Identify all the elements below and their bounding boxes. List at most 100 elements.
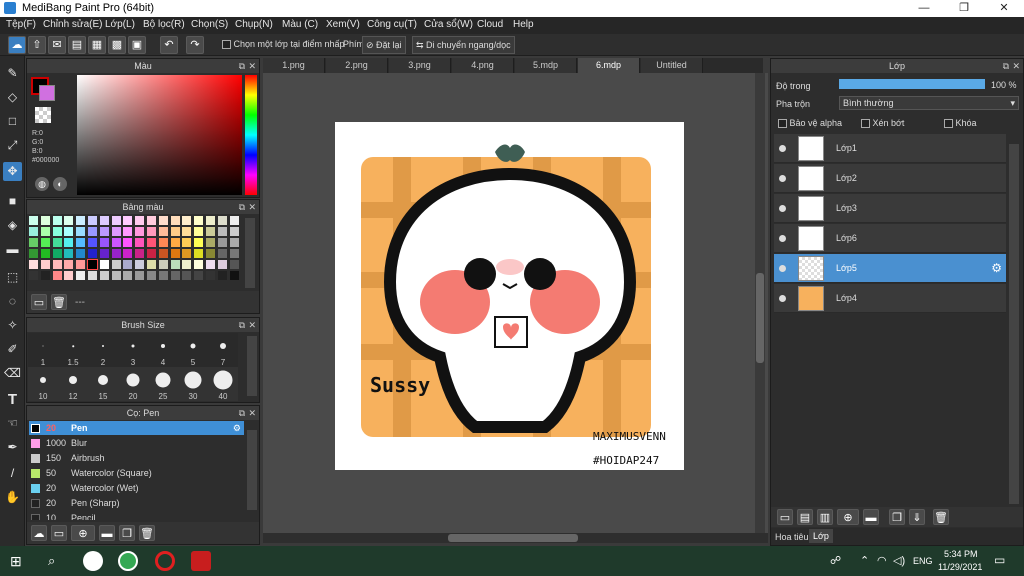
tab-5-mdp[interactable]: 5.mdp [515, 58, 577, 73]
palette-swatch[interactable] [29, 238, 38, 247]
palette-swatch[interactable] [29, 260, 38, 269]
popout-icon[interactable]: ⧉ [239, 200, 245, 214]
scroll-thumb[interactable] [756, 273, 764, 363]
palette-swatch[interactable] [182, 249, 192, 258]
page-icon[interactable]: ▦ [88, 36, 106, 54]
menu-file[interactable]: Tệp(F) [6, 19, 36, 30]
palette-swatch[interactable] [88, 227, 97, 236]
duplicate-layer-icon[interactable]: ❐ [889, 509, 905, 525]
move-direction-button[interactable]: ⇆ Di chuyển ngang/dọc [412, 36, 515, 54]
palette-swatch[interactable] [217, 216, 227, 225]
palette-swatch[interactable] [76, 216, 86, 225]
brush-size-cell[interactable]: 2 [88, 333, 118, 367]
layer-row[interactable]: Lớp3 [774, 194, 1006, 223]
palette-swatch[interactable] [123, 216, 133, 225]
palette-swatch[interactable] [147, 249, 156, 258]
palette-swatch[interactable] [135, 238, 145, 247]
palette-swatch[interactable] [229, 271, 239, 280]
brush-size-cell[interactable]: 15 [88, 367, 118, 401]
palette-swatch[interactable] [229, 238, 239, 247]
palette-swatch[interactable] [111, 271, 121, 280]
palette-swatch[interactable] [111, 238, 121, 247]
menu-filter[interactable]: Bộ lọc(R) [143, 19, 185, 30]
comment-icon[interactable]: ✉ [48, 36, 66, 54]
palette-swatch[interactable] [111, 216, 121, 225]
cloud-brush-icon[interactable]: ☁ [31, 525, 47, 541]
menu-edit[interactable]: Chỉnh sửa(E) [43, 19, 103, 30]
opacity-slider[interactable] [839, 79, 985, 89]
palette-swatch[interactable] [170, 249, 180, 258]
eraser-tool-icon[interactable]: ◇ [3, 88, 22, 107]
palette-swatch[interactable] [170, 227, 180, 236]
scroll-thumb[interactable] [448, 534, 578, 542]
palette-swatch[interactable] [64, 227, 74, 236]
palette-swatch[interactable] [52, 271, 62, 280]
brush-size-cell[interactable]: 1.5 [58, 333, 88, 367]
protect-alpha-checkbox[interactable]: Bảo vệ alpha [778, 118, 842, 129]
canvas-horizontal-scrollbar[interactable] [263, 533, 768, 543]
palette-swatch[interactable] [147, 227, 156, 236]
palette-swatch[interactable] [99, 249, 109, 258]
palette-swatch[interactable] [206, 271, 215, 280]
brush-size-cell[interactable]: 10 [28, 367, 58, 401]
palette-swatch[interactable] [76, 249, 86, 258]
brush-item[interactable]: 20 Pen ⚙ [29, 421, 244, 435]
close-icon[interactable]: ✕ [248, 318, 256, 332]
chevron-up-icon[interactable]: ⌃ [860, 554, 869, 567]
popout-icon[interactable]: ⧉ [239, 59, 245, 73]
folder-icon[interactable]: ▬ [863, 509, 879, 525]
palette-swatch[interactable] [76, 271, 86, 280]
palette-swatch[interactable] [217, 238, 227, 247]
color-wheel-icon[interactable]: ◍ [35, 177, 49, 191]
palette-swatch[interactable] [147, 238, 156, 247]
palette-swatch[interactable] [194, 238, 204, 247]
brush-size-cell[interactable]: 25 [148, 367, 178, 401]
operation-tool-icon[interactable]: ☜ [3, 414, 22, 433]
palette-swatch[interactable] [217, 271, 227, 280]
speaker-icon[interactable]: ◁) [893, 554, 905, 567]
select-pen-tool-icon[interactable]: ✐ [3, 340, 22, 359]
layer-row[interactable]: Lớp6 [774, 224, 1006, 253]
menu-tools[interactable]: Công cụ(T) [367, 19, 417, 30]
palette-swatch[interactable] [170, 238, 180, 247]
brush-item[interactable]: 150 Airbrush [29, 451, 244, 465]
canvas-area[interactable]: Sussy MAXIMUSVENN #HOIDAP247 [263, 73, 768, 533]
folder-icon[interactable]: ▬ [99, 525, 115, 541]
brush-tool-icon[interactable]: ✎ [3, 64, 22, 83]
palette-swatch[interactable] [135, 271, 145, 280]
layer-row[interactable]: Lớp2 [774, 164, 1006, 193]
select-tool-icon[interactable]: ⬚ [3, 268, 22, 287]
palette-swatch[interactable] [64, 216, 74, 225]
tab-1-png[interactable]: 1.png [263, 58, 325, 73]
palette-swatch[interactable] [29, 271, 38, 280]
reset-button[interactable]: ⊘ Đặt lại [362, 36, 406, 54]
tab-3-png[interactable]: 3.png [389, 58, 451, 73]
hue-slider[interactable] [245, 75, 257, 195]
medibang-icon[interactable] [191, 551, 211, 571]
bucket-tool-icon[interactable]: ◈ [3, 216, 22, 235]
maximize-button[interactable]: ❐ [944, 0, 984, 17]
gradient-tool-icon[interactable]: ▬ [3, 240, 22, 259]
search-icon[interactable]: ⌕ [48, 553, 55, 569]
fill-rect-tool-icon[interactable]: ■ [3, 192, 22, 211]
palette-swatch[interactable] [158, 216, 168, 225]
palette-swatch[interactable] [147, 260, 156, 269]
palette-swatch[interactable] [206, 249, 215, 258]
palette-swatch[interactable] [206, 227, 215, 236]
menu-cloud[interactable]: Cloud [477, 19, 503, 30]
merge-layer-icon[interactable]: ⇓ [909, 509, 925, 525]
palette-swatch[interactable] [64, 238, 74, 247]
palette-swatch[interactable] [217, 249, 227, 258]
brush-size-cell[interactable]: 40 [208, 367, 238, 401]
brush-size-cell[interactable]: 20 [118, 367, 148, 401]
palette-swatch[interactable] [76, 227, 86, 236]
notification-icon[interactable]: ▭ [994, 553, 1005, 567]
hand-tool-icon[interactable]: ✋ [3, 488, 22, 507]
palette-swatch[interactable] [182, 216, 192, 225]
brush-size-cell[interactable]: 1 [28, 333, 58, 367]
menu-color[interactable]: Màu (C) [282, 19, 318, 30]
new-halftone-layer-icon[interactable]: ▥ [817, 509, 833, 525]
move-tool-icon[interactable]: ✥ [3, 162, 22, 181]
select-eraser-tool-icon[interactable]: ⌫ [3, 364, 22, 383]
popout-icon[interactable]: ⧉ [239, 406, 245, 420]
